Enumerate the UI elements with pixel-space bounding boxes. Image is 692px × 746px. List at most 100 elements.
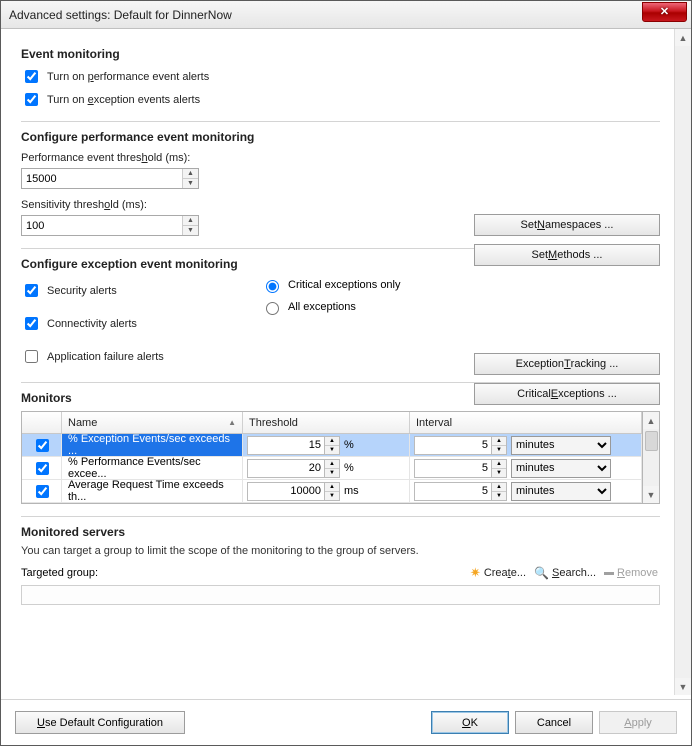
spin-down-icon[interactable]: ▼ [325, 446, 339, 454]
radio-critical-only[interactable]: Critical exceptions only [261, 277, 401, 293]
column-header-name[interactable]: Name▲ [62, 412, 243, 433]
close-icon: ✕ [660, 5, 669, 18]
row-interval-cell: ▲▼minutes [410, 434, 642, 456]
spin-down-icon[interactable]: ▼ [492, 446, 506, 454]
close-button[interactable]: ✕ [642, 2, 687, 22]
threshold-spinner[interactable]: ▲▼ [247, 434, 340, 456]
spin-down-icon[interactable]: ▼ [492, 469, 506, 477]
interval-unit-select[interactable]: minutes [511, 459, 611, 478]
spin-down-icon[interactable]: ▼ [325, 492, 339, 500]
monitors-grid[interactable]: Name▲ Threshold Interval % Exception Eve… [21, 411, 643, 504]
row-threshold-cell: ▲▼% [243, 434, 410, 456]
dialog-content: Event monitoring Turn on performance eve… [1, 29, 674, 695]
spin-up-icon[interactable]: ▲ [183, 216, 198, 226]
checkbox-performance-alerts-input[interactable] [25, 70, 38, 83]
row-checkbox[interactable] [36, 462, 49, 475]
remove-group-button: Remove [602, 567, 660, 579]
row-name[interactable]: Average Request Time exceeds th... [62, 480, 243, 502]
spin-up-icon[interactable]: ▲ [492, 437, 506, 446]
column-header-interval[interactable]: Interval [410, 412, 642, 433]
spin-up-icon[interactable]: ▲ [183, 169, 198, 179]
row-name[interactable]: % Performance Events/sec excee... [62, 457, 243, 479]
perf-button-column: Set Namespaces ... Set Methods ... [474, 214, 660, 266]
checkbox-appfailure-alerts[interactable]: Application failure alerts [21, 347, 221, 366]
checkbox-connectivity-alerts[interactable]: Connectivity alerts [21, 314, 221, 333]
apply-button: Apply [599, 711, 677, 734]
table-row[interactable]: % Exception Events/sec exceeds ...▲▼%▲▼m… [22, 434, 642, 457]
table-row[interactable]: Average Request Time exceeds th...▲▼ms▲▼… [22, 480, 642, 503]
scroll-down-icon[interactable]: ▼ [643, 486, 659, 503]
create-group-button[interactable]: ✷ Create... [468, 565, 528, 581]
row-checkbox[interactable] [36, 485, 49, 498]
scroll-up-icon[interactable]: ▲ [643, 412, 659, 429]
spin-down-icon[interactable]: ▼ [183, 179, 198, 188]
spin-up-icon[interactable]: ▲ [492, 460, 506, 469]
targeted-group-label: Targeted group: [21, 567, 98, 579]
spin-down-icon[interactable]: ▼ [183, 226, 198, 235]
targeted-group-display [21, 585, 660, 605]
column-header-threshold[interactable]: Threshold [243, 412, 410, 433]
spin-up-icon[interactable]: ▲ [325, 460, 339, 469]
checkbox-performance-alerts[interactable]: Turn on performance event alerts [21, 67, 660, 86]
radio-all-exceptions[interactable]: All exceptions [261, 299, 401, 315]
interval-input[interactable] [414, 482, 492, 501]
checkbox-exception-alerts-input[interactable] [25, 93, 38, 106]
search-group-button[interactable]: 🔍 Search... [532, 566, 598, 580]
threshold-unit: ms [340, 485, 404, 497]
perf-threshold-input[interactable] [22, 169, 182, 188]
spin-down-icon[interactable]: ▼ [325, 469, 339, 477]
dialog-scrollbar[interactable]: ▲ ▼ [674, 29, 691, 695]
perf-threshold-label: Performance event threshold (ms): [21, 152, 660, 164]
interval-spinner[interactable]: ▲▼ [414, 434, 507, 456]
use-default-config-button[interactable]: Use Default Configuration [15, 711, 185, 734]
interval-unit-select[interactable]: minutes [511, 436, 611, 455]
row-checkbox[interactable] [36, 439, 49, 452]
scroll-up-icon[interactable]: ▲ [675, 29, 691, 46]
threshold-spinner[interactable]: ▲▼ [247, 457, 340, 479]
spin-up-icon[interactable]: ▲ [492, 483, 506, 492]
column-header-check[interactable] [22, 412, 62, 433]
row-checkbox-cell [22, 457, 62, 479]
interval-spinner[interactable]: ▲▼ [414, 457, 507, 479]
magnifier-icon: 🔍 [534, 566, 549, 580]
perf-threshold-spinner[interactable]: ▲▼ [21, 168, 199, 189]
checkbox-security-alerts[interactable]: Security alerts [21, 281, 221, 300]
spin-down-icon[interactable]: ▼ [492, 492, 506, 500]
sensitivity-input[interactable] [22, 216, 182, 235]
set-methods-button[interactable]: Set Methods ... [474, 244, 660, 266]
set-namespaces-button[interactable]: Set Namespaces ... [474, 214, 660, 236]
table-row[interactable]: % Performance Events/sec excee...▲▼%▲▼mi… [22, 457, 642, 480]
sort-asc-icon: ▲ [228, 418, 236, 427]
divider [21, 516, 660, 517]
sensitivity-spinner[interactable]: ▲▼ [21, 215, 199, 236]
threshold-input[interactable] [247, 459, 325, 478]
interval-input[interactable] [414, 459, 492, 478]
scroll-thumb[interactable] [645, 431, 658, 451]
exception-tracking-button[interactable]: Exception Tracking ... [474, 353, 660, 375]
threshold-spinner[interactable]: ▲▼ [247, 480, 340, 502]
threshold-input[interactable] [247, 436, 325, 455]
threshold-unit: % [340, 439, 404, 451]
row-interval-cell: ▲▼minutes [410, 480, 642, 502]
interval-spinner[interactable]: ▲▼ [414, 480, 507, 502]
sensitivity-label: Sensitivity threshold (ms): [21, 199, 660, 211]
ok-button[interactable]: OK [431, 711, 509, 734]
row-threshold-cell: ▲▼% [243, 457, 410, 479]
checkbox-exception-alerts[interactable]: Turn on exception events alerts [21, 90, 660, 109]
titlebar: Advanced settings: Default for DinnerNow… [1, 1, 691, 29]
exc-button-column: Exception Tracking ... Critical Exceptio… [474, 353, 660, 405]
window-title: Advanced settings: Default for DinnerNow [9, 8, 642, 22]
monitors-scrollbar[interactable]: ▲ ▼ [643, 411, 660, 504]
spin-up-icon[interactable]: ▲ [325, 483, 339, 492]
interval-unit-select[interactable]: minutes [511, 482, 611, 501]
interval-input[interactable] [414, 436, 492, 455]
threshold-unit: % [340, 462, 404, 474]
scroll-down-icon[interactable]: ▼ [675, 678, 691, 695]
critical-exceptions-button[interactable]: Critical Exceptions ... [474, 383, 660, 405]
threshold-input[interactable] [247, 482, 325, 501]
cancel-button[interactable]: Cancel [515, 711, 593, 734]
spin-up-icon[interactable]: ▲ [325, 437, 339, 446]
minus-icon [604, 572, 614, 575]
row-checkbox-cell [22, 480, 62, 502]
row-name[interactable]: % Exception Events/sec exceeds ... [62, 434, 243, 456]
